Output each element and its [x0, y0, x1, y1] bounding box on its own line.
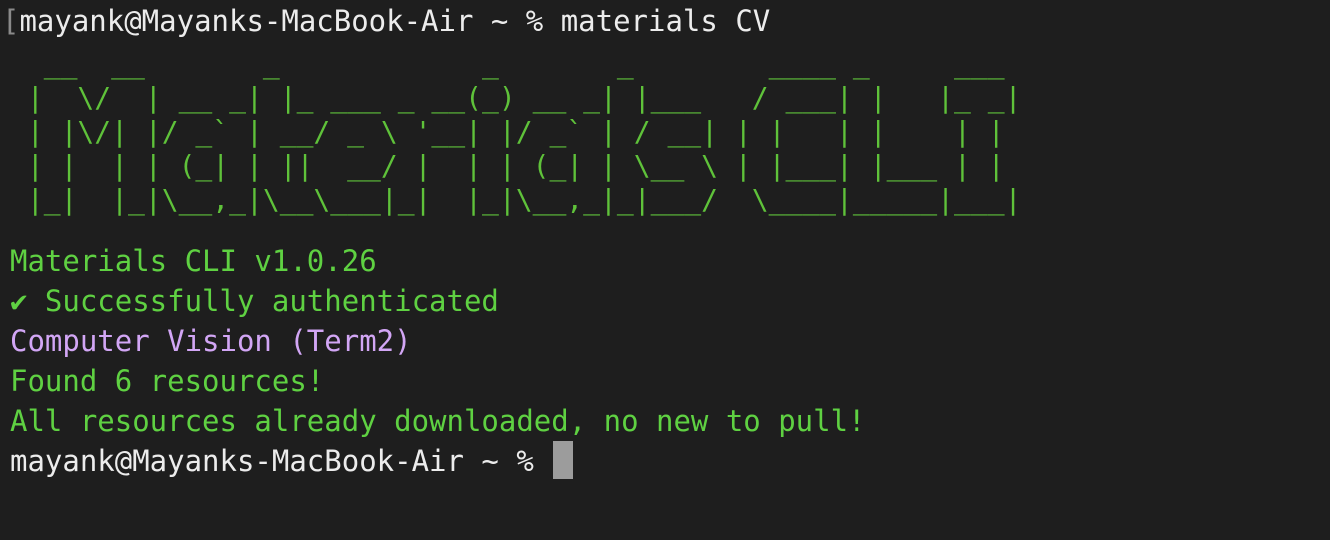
- banner-line: |_| |_|\__,_|\__\___|_| |_|\__,_|_|___/ …: [10, 183, 1022, 216]
- banner-line: | \/ | __ _| |_ ___ _ __(_) __ _| |___ /…: [10, 81, 1022, 114]
- banner-line: __ __ _ _ _ ____ _ ___: [10, 47, 1022, 80]
- shell-prompt: mayank@Mayanks-MacBook-Air ~ %: [10, 444, 552, 478]
- auth-output: ✔ Successfully authenticated: [10, 284, 499, 318]
- command-line: [mayank@Mayanks-MacBook-Air ~ % material…: [2, 0, 1330, 41]
- shell-prompt: mayank@Mayanks-MacBook-Air ~ %: [19, 4, 561, 38]
- mark-bracket: [: [2, 4, 20, 38]
- ascii-banner: __ __ _ _ _ ____ _ ___ | \/ | __ _| |_ _…: [10, 47, 1330, 217]
- project-output: Computer Vision (Term2): [10, 324, 412, 358]
- text-cursor: [553, 441, 574, 479]
- found-output: Found 6 resources!: [10, 364, 325, 398]
- final-prompt-line[interactable]: mayank@Mayanks-MacBook-Air ~ %: [10, 441, 1330, 481]
- banner-line: | |\/| |/ _` | __/ _ \ '__| |/ _` | / __…: [10, 115, 1022, 148]
- version-output: Materials CLI v1.0.26: [10, 244, 377, 278]
- terminal-window[interactable]: [mayank@Mayanks-MacBook-Air ~ % material…: [0, 0, 1330, 540]
- banner-line: | | | | (_| | || __/ | | | (_| | \__ \ |…: [10, 149, 1022, 182]
- entered-command: materials CV: [560, 4, 771, 38]
- status-output: All resources already downloaded, no new…: [10, 404, 866, 438]
